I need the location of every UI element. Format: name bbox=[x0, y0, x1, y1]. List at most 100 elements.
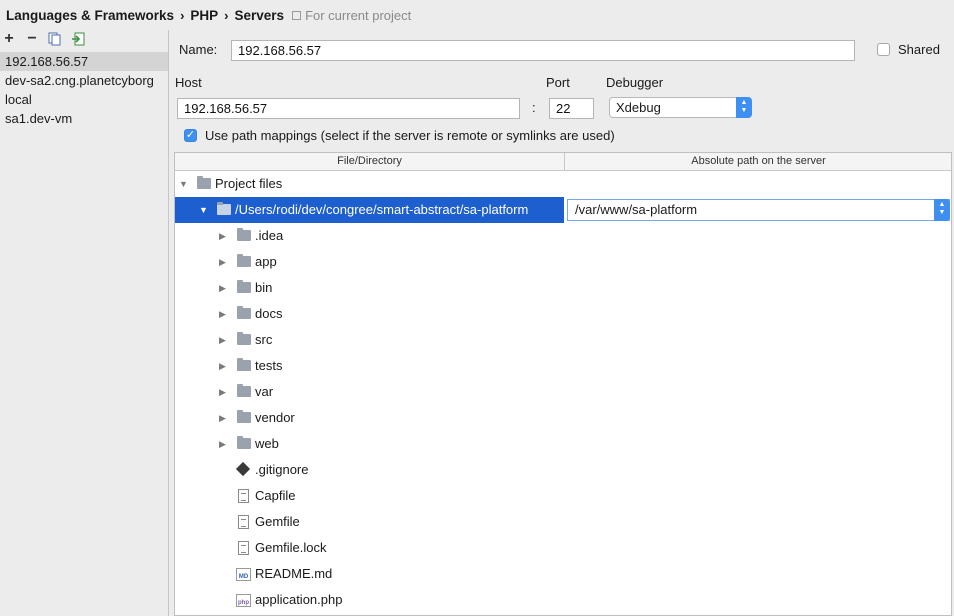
selected-row-highlight: ▼ /Users/rodi/dev/congree/smart-abstract… bbox=[175, 197, 564, 223]
tree-row-label: var bbox=[255, 384, 274, 399]
tree-row-folder[interactable]: ▶ web bbox=[175, 431, 951, 457]
import-server-button[interactable] bbox=[71, 32, 85, 46]
tree-row-folder[interactable]: ▶ .idea bbox=[175, 223, 951, 249]
tree-row-label: README.md bbox=[255, 566, 333, 581]
host-port-separator: : bbox=[532, 100, 536, 115]
tree-row-label: bin bbox=[255, 280, 273, 295]
server-list-item[interactable]: local bbox=[0, 90, 168, 109]
tree-row-label: .idea bbox=[255, 228, 284, 243]
server-list-item[interactable]: 192.168.56.57 bbox=[0, 52, 168, 71]
markdown-file-icon: MD bbox=[236, 568, 251, 581]
copy-server-button[interactable] bbox=[48, 32, 62, 46]
collapsed-triangle-icon[interactable]: ▶ bbox=[219, 379, 226, 405]
tree-row-label: web bbox=[255, 436, 279, 451]
debugger-label: Debugger bbox=[606, 75, 664, 90]
folder-icon bbox=[237, 410, 251, 423]
breadcrumb-separator-icon: › bbox=[224, 7, 229, 23]
tree-row-label: application.php bbox=[255, 592, 343, 607]
add-server-button[interactable]: + bbox=[2, 30, 16, 47]
mapped-local-path: /Users/rodi/dev/congree/smart-abstract/s… bbox=[235, 202, 529, 217]
collapsed-triangle-icon[interactable]: ▶ bbox=[219, 249, 226, 275]
tree-row-file[interactable]: MD README.md bbox=[175, 561, 951, 587]
shared-label: Shared bbox=[898, 42, 940, 57]
folder-icon bbox=[237, 384, 251, 397]
text-file-icon bbox=[238, 489, 249, 503]
path-mappings-checkbox[interactable]: ✓ bbox=[184, 129, 197, 142]
tree-row-project-files[interactable]: ▼ Project files bbox=[175, 171, 951, 197]
tree-row-label: Project files bbox=[215, 176, 283, 191]
tree-row-folder[interactable]: ▶ var bbox=[175, 379, 951, 405]
breadcrumb-separator-icon: › bbox=[180, 7, 185, 23]
folder-icon bbox=[237, 280, 251, 293]
scope-indicator: For current project bbox=[292, 8, 411, 23]
port-label: Port bbox=[546, 75, 570, 90]
tree-row-label: Gemfile bbox=[255, 514, 300, 529]
shared-checkbox[interactable] bbox=[877, 43, 890, 56]
tree-row-folder[interactable]: ▶ vendor bbox=[175, 405, 951, 431]
select-arrows-icon[interactable]: ▲ ▼ bbox=[934, 199, 950, 221]
breadcrumb: Languages & Frameworks › PHP › Servers F… bbox=[6, 6, 411, 24]
project-scope-icon bbox=[292, 10, 302, 20]
tree-row-file[interactable]: Gemfile bbox=[175, 509, 951, 535]
name-label: Name: bbox=[179, 42, 218, 57]
tree-row-label: Gemfile.lock bbox=[255, 540, 327, 555]
table-header: File/Directory Absolute path on the serv… bbox=[175, 153, 951, 171]
expanded-triangle-icon[interactable]: ▼ bbox=[179, 171, 188, 197]
tree-row-folder[interactable]: ▶ docs bbox=[175, 301, 951, 327]
breadcrumb-item-languages[interactable]: Languages & Frameworks bbox=[6, 8, 174, 23]
server-path-field[interactable]: /var/www/sa-platform ▲ ▼ bbox=[567, 199, 950, 221]
text-file-icon bbox=[238, 541, 249, 555]
tree-row-label: vendor bbox=[255, 410, 295, 425]
tree-row-folder[interactable]: ▶ src bbox=[175, 327, 951, 353]
server-list-item[interactable]: sa1.dev-vm bbox=[0, 109, 168, 128]
tree-row-label: src bbox=[255, 332, 273, 347]
tree-row-folder[interactable]: ▶ app bbox=[175, 249, 951, 275]
expanded-triangle-icon[interactable]: ▼ bbox=[199, 197, 208, 223]
tree-row-folder[interactable]: ▶ tests bbox=[175, 353, 951, 379]
tree-row-folder[interactable]: ▶ bin bbox=[175, 275, 951, 301]
column-header-server-path[interactable]: Absolute path on the server bbox=[564, 153, 951, 170]
folder-icon bbox=[237, 358, 251, 371]
tree-row-file[interactable]: Capfile bbox=[175, 483, 951, 509]
collapsed-triangle-icon[interactable]: ▶ bbox=[219, 353, 226, 379]
folder-icon bbox=[237, 306, 251, 319]
tree-row-label: docs bbox=[255, 306, 283, 321]
tree-row-label: .gitignore bbox=[255, 462, 309, 477]
tree-row-label: tests bbox=[255, 358, 283, 373]
collapsed-triangle-icon[interactable]: ▶ bbox=[219, 431, 226, 457]
server-list: 192.168.56.57 dev-sa2.cng.planetcyborg l… bbox=[0, 52, 168, 128]
server-path-value: /var/www/sa-platform bbox=[575, 202, 698, 217]
host-field[interactable]: 192.168.56.57 bbox=[177, 98, 520, 119]
tree-row-label: Capfile bbox=[255, 488, 296, 503]
tree-row-file[interactable]: Gemfile.lock bbox=[175, 535, 951, 561]
host-label: Host bbox=[175, 75, 202, 90]
remove-server-button[interactable]: − bbox=[25, 30, 39, 47]
splitter[interactable] bbox=[168, 30, 169, 616]
tree-row-label: app bbox=[255, 254, 277, 269]
tree-row-mapped[interactable]: ▼ /Users/rodi/dev/congree/smart-abstract… bbox=[175, 197, 951, 223]
folder-icon bbox=[197, 176, 211, 189]
server-list-item[interactable]: dev-sa2.cng.planetcyborg bbox=[0, 71, 168, 90]
debugger-select[interactable]: Xdebug ▲ ▼ bbox=[609, 97, 752, 118]
collapsed-triangle-icon[interactable]: ▶ bbox=[219, 223, 226, 249]
git-icon bbox=[235, 461, 251, 477]
scope-label: For current project bbox=[305, 7, 412, 23]
name-field[interactable]: 192.168.56.57 bbox=[231, 40, 855, 61]
path-mappings-table: File/Directory Absolute path on the serv… bbox=[174, 152, 952, 616]
folder-icon bbox=[217, 202, 231, 215]
copy-icon bbox=[48, 32, 61, 46]
breadcrumb-item-php[interactable]: PHP bbox=[190, 8, 218, 23]
import-icon bbox=[72, 32, 85, 46]
select-arrows-icon: ▲ ▼ bbox=[736, 97, 752, 118]
column-header-file[interactable]: File/Directory bbox=[175, 153, 565, 170]
tree-row-file[interactable]: .gitignore bbox=[175, 457, 951, 483]
text-file-icon bbox=[238, 515, 249, 529]
collapsed-triangle-icon[interactable]: ▶ bbox=[219, 301, 226, 327]
breadcrumb-item-servers: Servers bbox=[234, 7, 285, 23]
collapsed-triangle-icon[interactable]: ▶ bbox=[219, 327, 226, 353]
collapsed-triangle-icon[interactable]: ▶ bbox=[219, 275, 226, 301]
folder-icon bbox=[237, 254, 251, 267]
collapsed-triangle-icon[interactable]: ▶ bbox=[219, 405, 226, 431]
tree-row-file[interactable]: php application.php bbox=[175, 587, 951, 613]
port-field[interactable]: 22 bbox=[549, 98, 594, 119]
